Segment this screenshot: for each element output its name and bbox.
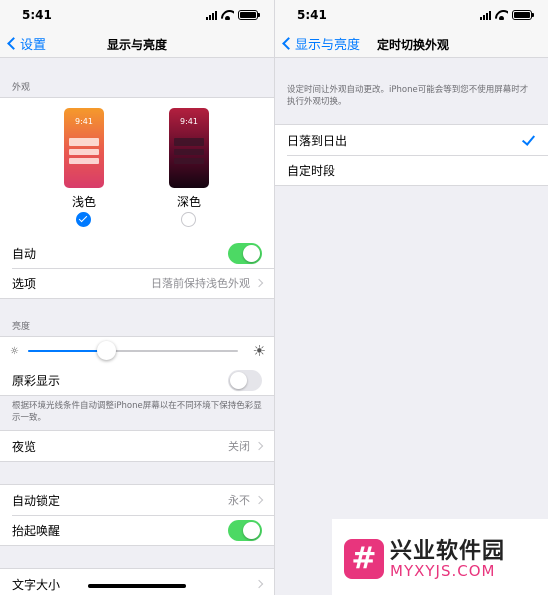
raise-to-wake-label: 抬起唤醒 (12, 523, 61, 538)
dark-mode-label: 深色 (176, 195, 201, 209)
raise-to-wake-toggle[interactable] (228, 519, 262, 541)
brightness-group: ☼ ☀ 原彩显示 (0, 336, 274, 396)
battery-icon (238, 10, 260, 20)
option-label: 自定时段 (287, 163, 336, 178)
night-shift-group: 夜览 关闭 (0, 430, 274, 462)
wifi-icon (221, 10, 234, 20)
battery-icon (512, 10, 534, 20)
auto-lock-label: 自动锁定 (12, 493, 61, 508)
dark-preview-time: 9:41 (180, 117, 198, 126)
appearance-picker: 9:41 9:41 浅色 深色 (0, 98, 274, 238)
brightness-slider-row: ☼ ☀ (0, 337, 274, 365)
options-value: 日落前保持浅色外观 (151, 277, 250, 290)
status-bar: 5:41 (275, 0, 548, 30)
true-tone-row: 原彩显示 (0, 365, 274, 395)
automatic-toggle[interactable] (228, 242, 262, 264)
lock-group: 自动锁定 永不 抬起唤醒 (0, 484, 274, 546)
appearance-section-label: 外观 (12, 83, 31, 93)
watermark-name: 兴业软件园 (390, 539, 506, 564)
auto-lock-row[interactable]: 自动锁定 永不 (0, 485, 274, 515)
brightness-slider[interactable] (28, 350, 238, 352)
navigation-bar: 显示与亮度 定时切换外观 (275, 30, 548, 58)
true-tone-toggle[interactable] (228, 369, 262, 391)
true-tone-label: 原彩显示 (12, 373, 61, 388)
light-mode-label: 浅色 (71, 195, 96, 209)
automatic-row: 自动 (0, 238, 274, 268)
page-title: 显示与亮度 (106, 38, 167, 52)
options-row[interactable]: 选项 日落前保持浅色外观 (0, 268, 274, 298)
status-time: 5:41 (297, 8, 327, 22)
sun-small-icon: ☼ (10, 346, 19, 357)
home-indicator[interactable] (88, 584, 186, 588)
schedule-description: 设定时间让外观自动更改。iPhone可能会等到您不使用屏幕时才执行外观切换。 (287, 85, 529, 107)
chevron-right-icon (254, 579, 264, 589)
chevron-right-icon (254, 441, 264, 451)
night-shift-value: 关闭 (228, 440, 250, 453)
scheduled-appearance-screen: 5:41 显示与亮度 定时切换外观 设定时间让外观自动更改。iPhone可能会等… (274, 0, 548, 595)
dark-mode-radio[interactable] (181, 212, 196, 227)
chevron-right-icon (254, 278, 264, 288)
automatic-label: 自动 (12, 246, 37, 261)
status-time: 5:41 (22, 8, 52, 22)
brightness-slider-thumb[interactable] (96, 341, 116, 360)
raise-to-wake-row: 抬起唤醒 (0, 515, 274, 545)
site-watermark: # 兴业软件园 MYXYJS.COM (332, 519, 548, 595)
text-group: 文字大小 (0, 568, 274, 595)
cellular-signal-icon (206, 10, 217, 20)
wifi-icon (495, 10, 508, 20)
watermark-logo: # (344, 539, 384, 579)
night-shift-row[interactable]: 夜览 关闭 (0, 431, 274, 461)
watermark-url: MYXYJS.COM (390, 562, 496, 580)
page-title: 定时切换外观 (377, 38, 450, 52)
light-mode-preview[interactable]: 9:41 (64, 108, 104, 188)
auto-lock-value: 永不 (228, 494, 250, 507)
options-label: 选项 (12, 276, 37, 291)
night-shift-label: 夜览 (12, 439, 37, 454)
light-mode-radio[interactable] (76, 212, 91, 227)
true-tone-footnote: 根据环境光线条件自动调整iPhone屏幕以在不同环境下保持色彩显示一致。 (12, 401, 262, 423)
chevron-left-icon (282, 37, 295, 50)
cellular-signal-icon (480, 10, 491, 20)
option-label: 日落到日出 (287, 133, 348, 148)
text-size-row[interactable]: 文字大小 (0, 569, 274, 595)
chevron-right-icon (254, 495, 264, 505)
sun-large-icon: ☀ (252, 342, 266, 360)
option-custom-schedule[interactable]: 自定时段 (275, 155, 548, 185)
appearance-group: 9:41 9:41 浅色 深色 自动 选项 日落前保持浅色外观 (0, 97, 274, 299)
option-sunset-to-sunrise[interactable]: 日落到日出 (275, 125, 548, 155)
navigation-bar: 设置 显示与亮度 (0, 30, 274, 58)
status-bar: 5:41 (0, 0, 274, 30)
checkmark-icon (521, 131, 536, 146)
brightness-section-label: 亮度 (12, 322, 31, 332)
text-size-label: 文字大小 (12, 577, 61, 592)
light-preview-time: 9:41 (75, 117, 93, 126)
schedule-options-group: 日落到日出 自定时段 (275, 124, 548, 186)
dark-mode-preview[interactable]: 9:41 (169, 108, 209, 188)
display-brightness-screen: 5:41 设置 显示与亮度 外观 9:41 9:41 浅色 深色 自动 选项 日… (0, 0, 274, 595)
